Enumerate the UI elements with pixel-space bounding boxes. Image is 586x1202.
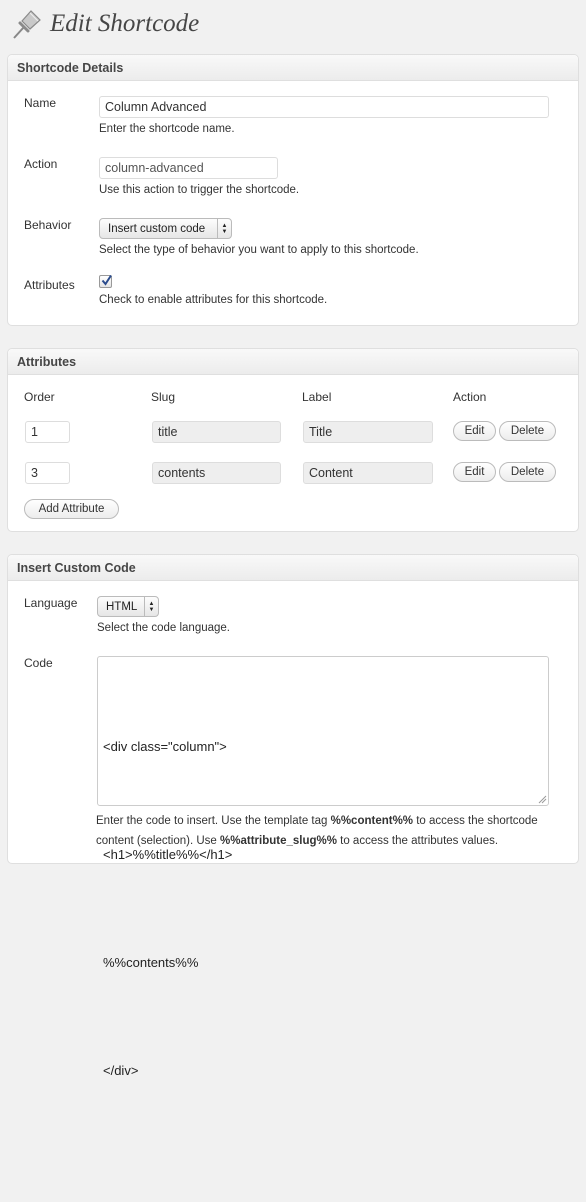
resize-grip-icon[interactable] [537,794,547,804]
name-description: Enter the shortcode name. [99,123,235,135]
language-select[interactable]: HTML ▲ ▼ [97,596,159,617]
code-help-text: Enter the code to insert. Use the templa… [96,811,566,851]
name-label: Name [24,96,57,110]
behavior-select-value: Insert custom code [108,222,206,235]
behavior-select[interactable]: Insert custom code ▲ ▼ [99,218,232,239]
column-header-label: Label [302,390,332,404]
attributes-checkbox[interactable] [99,274,112,288]
edit-button[interactable]: Edit [453,421,496,441]
action-input[interactable]: column-advanced [99,157,278,179]
language-select-value: HTML [106,600,138,613]
code-textarea[interactable]: <div class="column"> <h1>%%title%%</h1> … [97,656,549,1078]
shortcode-details-panel: Shortcode Details Name Column Advanced E… [7,54,579,326]
order-input[interactable]: 3 [25,462,70,484]
delete-button[interactable]: Delete [499,462,556,482]
code-line: <div class="column"> [103,739,227,754]
code-line: %%contents%% [103,955,199,970]
attributes-panel: Attributes Order Slug Label Action 1 tit… [7,348,579,532]
label-input[interactable]: Content [303,462,433,484]
column-header-action: Action [453,390,487,404]
panel-title: Insert Custom Code [8,555,578,581]
language-label: Language [24,596,78,610]
help-text-segment: to access the attributes values. [336,835,499,847]
select-arrows-icon: ▲ ▼ [217,219,231,238]
action-description: Use this action to trigger the shortcode… [99,184,300,196]
column-header-slug: Slug [151,390,176,404]
name-input[interactable]: Column Advanced [99,96,549,118]
column-header-order: Order [24,390,55,404]
order-input[interactable]: 1 [25,421,70,443]
slug-input[interactable]: title [152,421,281,443]
code-label: Code [24,656,53,670]
behavior-description: Select the type of behavior you want to … [99,244,419,256]
behavior-label: Behavior [24,218,72,232]
delete-button[interactable]: Delete [499,421,556,441]
insert-custom-code-panel: Insert Custom Code Language HTML ▲ ▼ Sele… [7,554,579,1078]
page-header: Edit Shortcode [10,4,199,44]
action-label: Action [24,157,58,171]
select-arrows-icon: ▲ ▼ [144,597,158,616]
language-description: Select the code language. [97,622,230,634]
page-title: Edit Shortcode [50,10,200,37]
panel-title: Attributes [8,349,578,375]
panel-title: Shortcode Details [8,55,578,81]
attributes-description: Check to enable attributes for this shor… [99,294,328,306]
checkmark-icon [101,274,112,286]
attribute-slug-tag: %%attribute_slug%% [220,835,337,847]
code-line: </div> [103,1063,139,1078]
help-text-segment: Enter the code to insert. Use the templa… [96,815,331,827]
slug-input[interactable]: contents [152,462,281,484]
pushpin-icon [13,10,41,39]
content-tag: %%content%% [330,815,414,827]
add-attribute-button[interactable]: Add Attribute [24,499,119,519]
label-input[interactable]: Title [303,421,433,443]
attributes-label: Attributes [24,278,75,292]
edit-button[interactable]: Edit [453,462,496,482]
